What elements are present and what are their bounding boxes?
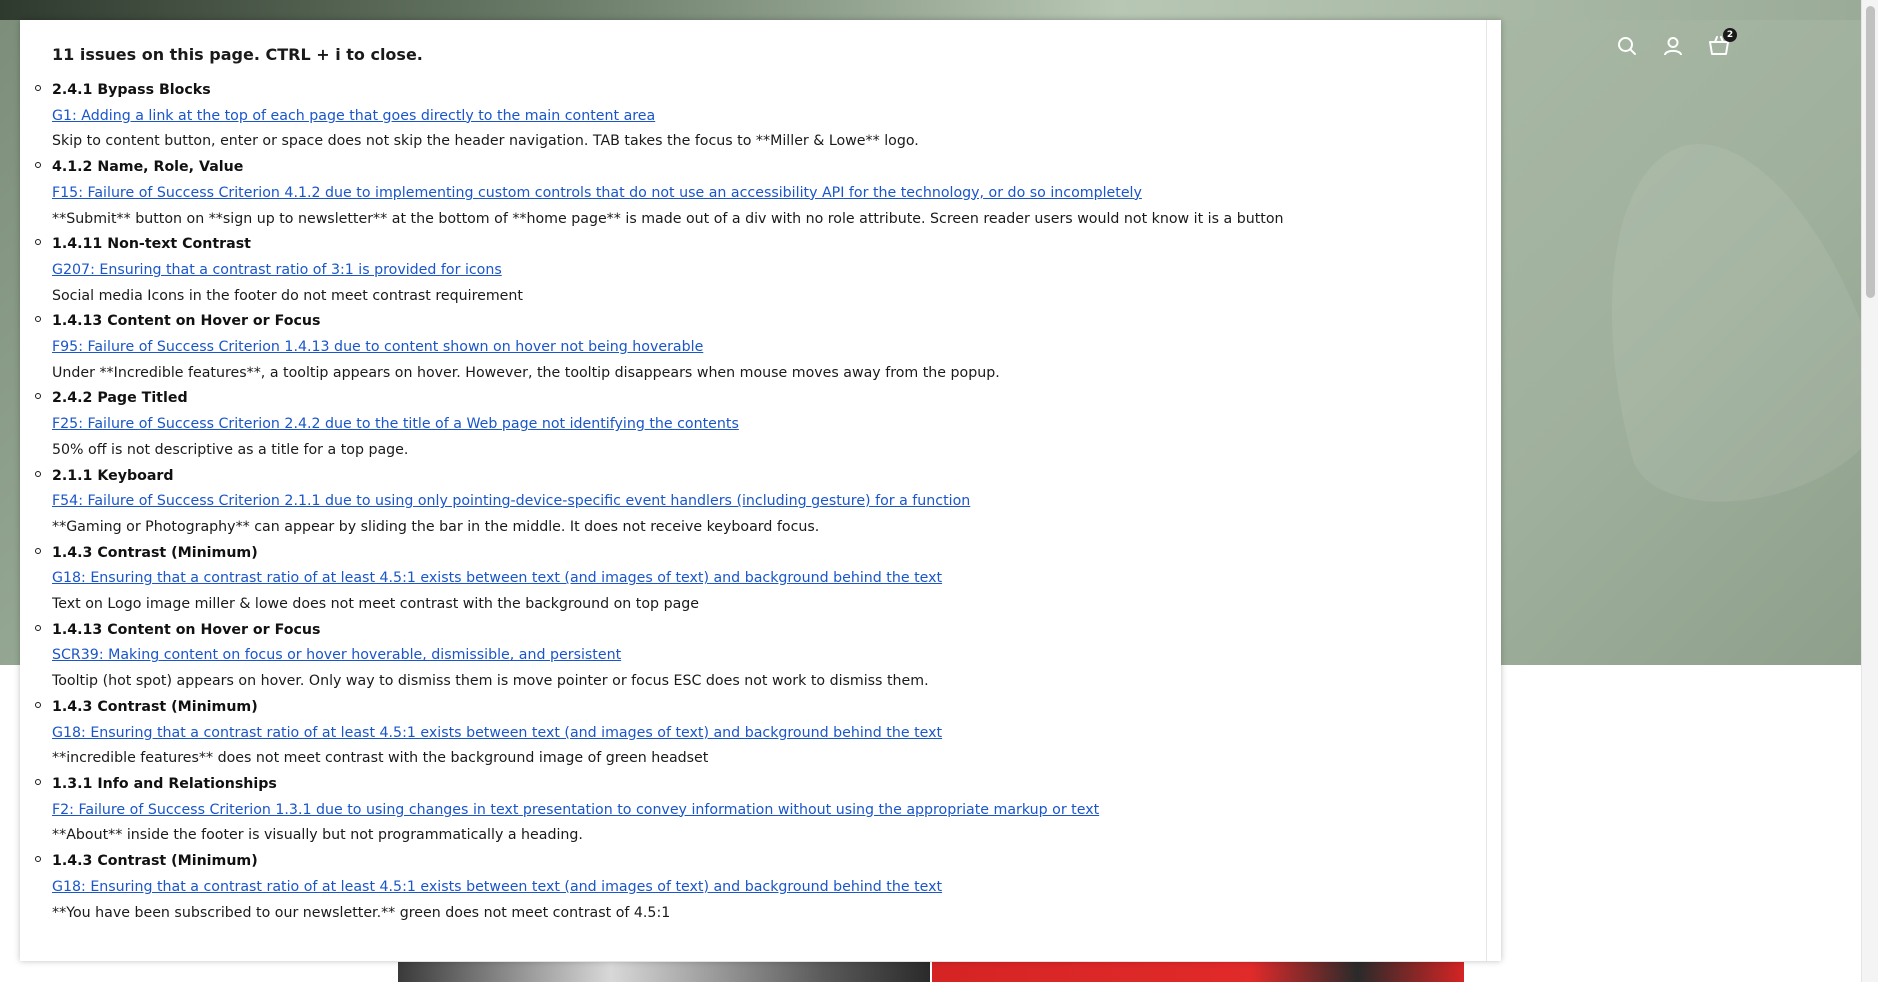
bullet-icon <box>35 393 41 400</box>
issue-criterion: 1.4.3 Contrast (Minimum) <box>52 544 258 561</box>
issue-criterion: 1.4.13 Content on Hover or Focus <box>52 313 321 330</box>
issue-description: Under **Incredible features**, a tooltip… <box>52 364 1000 381</box>
bullet-icon <box>35 316 41 323</box>
page-scrollbar-thumb[interactable] <box>1866 6 1875 298</box>
product-image-gaming <box>398 962 930 982</box>
issue-technique-link[interactable]: F54: Failure of Success Criterion 2.1.1 … <box>52 489 1469 515</box>
issue-item: 1.4.13 Content on Hover or Focus F95: Fai… <box>35 309 1469 386</box>
issue-description: Social media Icons in the footer do not … <box>52 287 523 304</box>
bullet-icon <box>35 239 41 246</box>
issue-item: 2.4.2 Page Titled F25: Failure of Success… <box>35 386 1469 463</box>
issue-criterion: 2.4.1 Bypass Blocks <box>52 82 211 98</box>
issue-criterion: 1.3.1 Info and Relationships <box>52 775 277 792</box>
bullet-icon <box>35 624 41 631</box>
top-shade <box>0 0 1862 20</box>
issue-item: 4.1.2 Name, Role, Value F15: Failure of S… <box>35 155 1469 232</box>
bullet-icon <box>35 856 41 863</box>
issue-description: **About** inside the footer is visually … <box>52 827 583 844</box>
issue-criterion: 2.1.1 Keyboard <box>52 467 174 484</box>
product-image-photography <box>932 962 1464 982</box>
issue-technique-link[interactable]: G18: Ensuring that a contrast ratio of a… <box>52 721 1469 747</box>
cart-count-badge: 2 <box>1723 28 1737 42</box>
issue-item: 2.1.1 Keyboard F54: Failure of Success Cr… <box>35 464 1469 541</box>
issue-description: **Gaming or Photography** can appear by … <box>52 518 820 535</box>
issue-technique-link[interactable]: G207: Ensuring that a contrast ratio of … <box>52 258 1469 284</box>
overlay-title: 11 issues on this page. CTRL + i to clos… <box>52 45 423 64</box>
issue-criterion: 1.4.11 Non-text Contrast <box>52 236 251 253</box>
issue-criterion: 4.1.2 Name, Role, Value <box>52 159 244 176</box>
bullet-icon <box>35 701 41 708</box>
bullet-icon <box>35 547 41 554</box>
issues-list: 2.4.1 Bypass Blocks G1: Adding a link at … <box>35 78 1469 926</box>
issue-technique-link[interactable]: F15: Failure of Success Criterion 4.1.2 … <box>52 181 1469 207</box>
issue-item: 2.4.1 Bypass Blocks G1: Adding a link at … <box>35 78 1469 155</box>
issue-item: 1.4.13 Content on Hover or Focus SCR39: M… <box>35 618 1469 695</box>
issue-description: Text on Logo image miller & lowe does no… <box>52 596 700 613</box>
issue-item: 1.3.1 Info and Relationships F2: Failure … <box>35 772 1469 849</box>
issues-overlay: 11 issues on this page. CTRL + i to clos… <box>20 20 1501 961</box>
cart-icon[interactable]: 2 <box>1707 28 1737 58</box>
bullet-icon <box>35 470 41 477</box>
issue-technique-link[interactable]: F95: Failure of Success Criterion 1.4.13… <box>52 335 1469 361</box>
issue-item: 1.4.11 Non-text Contrast G207: Ensuring t… <box>35 232 1469 309</box>
account-icon[interactable] <box>1661 34 1685 58</box>
issue-criterion: 1.4.3 Contrast (Minimum) <box>52 853 258 870</box>
issue-description: Skip to content button, enter or space d… <box>52 133 919 150</box>
issue-criterion: 2.4.2 Page Titled <box>52 390 188 407</box>
issue-technique-link[interactable]: G18: Ensuring that a contrast ratio of a… <box>52 566 1469 592</box>
issue-description: Tooltip (hot spot) appears on hover. Onl… <box>52 673 929 690</box>
issue-item: 1.4.3 Contrast (Minimum) G18: Ensuring th… <box>35 541 1469 618</box>
issue-item: 1.4.3 Contrast (Minimum) G18: Ensuring th… <box>35 849 1469 926</box>
issue-technique-link[interactable]: SCR39: Making content on focus or hover … <box>52 643 1469 669</box>
page-scrollbar[interactable] <box>1861 0 1878 982</box>
issue-criterion: 1.4.3 Contrast (Minimum) <box>52 698 258 715</box>
issue-description: **Submit** button on **sign up to newsle… <box>52 210 1284 227</box>
header-icons: 2 <box>1615 28 1737 58</box>
issue-item: 1.4.3 Contrast (Minimum) G18: Ensuring th… <box>35 695 1469 772</box>
issue-description: **You have been subscribed to our newsle… <box>52 904 671 921</box>
bullet-icon <box>35 162 41 169</box>
bullet-icon <box>35 85 41 91</box>
issue-technique-link[interactable]: G1: Adding a link at the top of each pag… <box>52 104 1469 130</box>
issue-technique-link[interactable]: G18: Ensuring that a contrast ratio of a… <box>52 875 1469 901</box>
issue-technique-link[interactable]: F25: Failure of Success Criterion 2.4.2 … <box>52 412 1469 438</box>
leaf-decoration <box>1557 112 1862 528</box>
bullet-icon <box>35 778 41 785</box>
issue-technique-link[interactable]: F2: Failure of Success Criterion 1.3.1 d… <box>52 798 1469 824</box>
issue-criterion: 1.4.13 Content on Hover or Focus <box>52 621 321 638</box>
search-icon[interactable] <box>1615 34 1639 58</box>
issue-description: 50% off is not descriptive as a title fo… <box>52 441 409 458</box>
issue-description: **incredible features** does not meet co… <box>52 750 709 767</box>
overlay-divider <box>1486 20 1487 961</box>
